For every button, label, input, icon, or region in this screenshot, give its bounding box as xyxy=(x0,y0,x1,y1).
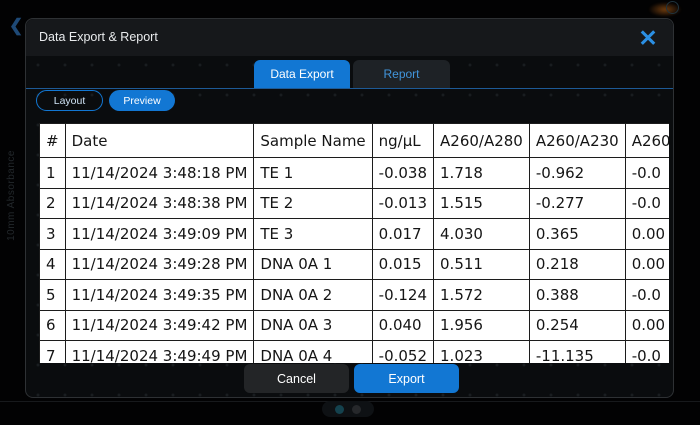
table-row: 711/14/2024 3:49:49 PMDNA 0A 4-0.0521.02… xyxy=(40,341,670,364)
table-cell: -0.0 xyxy=(625,341,669,364)
export-button[interactable]: Export xyxy=(354,364,459,393)
table-body: 111/14/2024 3:48:18 PMTE 1-0.0381.718-0.… xyxy=(40,158,670,364)
table-cell: 0.365 xyxy=(529,219,625,250)
table-cell: -0.038 xyxy=(372,158,433,189)
dialog-title: Data Export & Report xyxy=(39,30,158,44)
table-cell: -0.0 xyxy=(625,188,669,219)
table-cell: 4 xyxy=(40,249,66,280)
page-indicator xyxy=(322,401,374,417)
table-cell: 0.00 xyxy=(625,310,669,341)
table-cell: 0.254 xyxy=(529,310,625,341)
cancel-button[interactable]: Cancel xyxy=(244,364,349,393)
table-cell: 4.030 xyxy=(434,219,530,250)
table-cell: 5 xyxy=(40,280,66,311)
screen-background: ❮ 10mm Absorbance Data Export & Report ✕… xyxy=(0,0,700,425)
table-cell: 11/14/2024 3:49:42 PM xyxy=(65,310,254,341)
table-cell: 0.00 xyxy=(625,219,669,250)
table-row: 311/14/2024 3:49:09 PMTE 30.0174.0300.36… xyxy=(40,219,670,250)
back-chevron-icon: ❮ xyxy=(9,16,23,36)
layout-toggle-button[interactable]: Layout xyxy=(36,90,103,111)
table-header-row: #DateSample Nameng/µLA260/A280A260/A230A… xyxy=(40,124,670,158)
table-cell: 0.015 xyxy=(372,249,433,280)
table-cell: DNA 0A 2 xyxy=(254,280,372,311)
table-cell: 1.956 xyxy=(434,310,530,341)
table-cell: TE 3 xyxy=(254,219,372,250)
table-row: 111/14/2024 3:48:18 PMTE 1-0.0381.718-0.… xyxy=(40,158,670,189)
axis-label-10mm-absorbance: 10mm Absorbance xyxy=(6,150,17,241)
table-row: 511/14/2024 3:49:35 PMDNA 0A 2-0.1241.57… xyxy=(40,280,670,311)
table-cell: TE 2 xyxy=(254,188,372,219)
table-cell: 0.040 xyxy=(372,310,433,341)
table-row: 611/14/2024 3:49:42 PMDNA 0A 30.0401.956… xyxy=(40,310,670,341)
table-cell: -0.0 xyxy=(625,280,669,311)
column-header: Sample Name xyxy=(254,124,372,158)
table-cell: 3 xyxy=(40,219,66,250)
table-cell: 1.023 xyxy=(434,341,530,364)
column-header: A260/A280 xyxy=(434,124,530,158)
data-preview-table-viewport[interactable]: #DateSample Nameng/µLA260/A280A260/A230A… xyxy=(39,123,669,363)
table-cell: 1.515 xyxy=(434,188,530,219)
table-cell: 6 xyxy=(40,310,66,341)
table-cell: 1.572 xyxy=(434,280,530,311)
column-header: ng/µL xyxy=(372,124,433,158)
close-icon[interactable]: ✕ xyxy=(633,24,663,52)
table-cell: 11/14/2024 3:48:18 PM xyxy=(65,158,254,189)
table-cell: 0.218 xyxy=(529,249,625,280)
data-export-report-dialog: Data Export & Report ✕ Data Export Repor… xyxy=(25,18,674,398)
column-header: A260/A230 xyxy=(529,124,625,158)
tab-underline xyxy=(26,88,673,89)
table-cell: 0.00 xyxy=(625,249,669,280)
data-preview-table: #DateSample Nameng/µLA260/A280A260/A230A… xyxy=(39,123,669,363)
table-cell: 7 xyxy=(40,341,66,364)
page-dot-active xyxy=(335,405,344,414)
table-cell: -0.0 xyxy=(625,158,669,189)
table-cell: 11/14/2024 3:48:38 PM xyxy=(65,188,254,219)
table-cell: DNA 0A 3 xyxy=(254,310,372,341)
table-cell: -0.124 xyxy=(372,280,433,311)
tab-report[interactable]: Report xyxy=(353,60,450,88)
background-ring-icon xyxy=(666,1,679,14)
table-cell: 11/14/2024 3:49:09 PM xyxy=(65,219,254,250)
table-cell: DNA 0A 1 xyxy=(254,249,372,280)
column-header: A260 xyxy=(625,124,669,158)
table-cell: 11/14/2024 3:49:35 PM xyxy=(65,280,254,311)
table-cell: 0.017 xyxy=(372,219,433,250)
table-cell: 1.718 xyxy=(434,158,530,189)
table-row: 411/14/2024 3:49:28 PMDNA 0A 10.0150.511… xyxy=(40,249,670,280)
column-header: # xyxy=(40,124,66,158)
table-row: 211/14/2024 3:48:38 PMTE 2-0.0131.515-0.… xyxy=(40,188,670,219)
tab-data-export[interactable]: Data Export xyxy=(254,60,350,88)
page-dot-inactive xyxy=(352,405,361,414)
dialog-titlebar: Data Export & Report ✕ xyxy=(26,19,673,56)
table-cell: DNA 0A 4 xyxy=(254,341,372,364)
table-cell: -0.013 xyxy=(372,188,433,219)
table-cell: TE 1 xyxy=(254,158,372,189)
table-cell: 0.511 xyxy=(434,249,530,280)
column-header: Date xyxy=(65,124,254,158)
table-cell: 2 xyxy=(40,188,66,219)
table-cell: 0.388 xyxy=(529,280,625,311)
table-cell: 11/14/2024 3:49:49 PM xyxy=(65,341,254,364)
table-cell: 11/14/2024 3:49:28 PM xyxy=(65,249,254,280)
table-cell: -0.962 xyxy=(529,158,625,189)
table-cell: -11.135 xyxy=(529,341,625,364)
preview-toggle-button[interactable]: Preview xyxy=(109,90,175,111)
table-cell: -0.277 xyxy=(529,188,625,219)
table-cell: -0.052 xyxy=(372,341,433,364)
table-cell: 1 xyxy=(40,158,66,189)
